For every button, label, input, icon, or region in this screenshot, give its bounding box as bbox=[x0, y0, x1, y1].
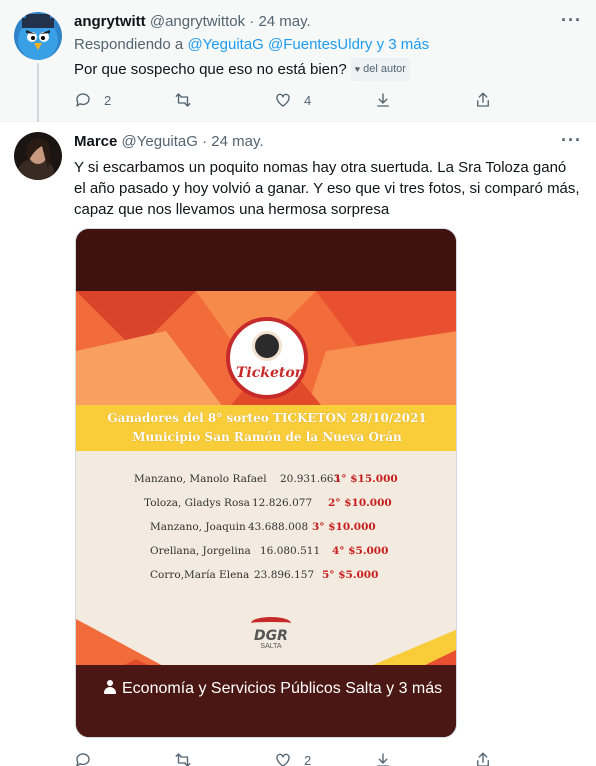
winner-prize: 5° $5.000 bbox=[322, 569, 379, 581]
share-icon bbox=[477, 92, 489, 107]
heart-icon: ♥ bbox=[354, 64, 361, 74]
reply-button[interactable] bbox=[74, 751, 144, 766]
tweet-date[interactable]: 24 may. bbox=[211, 133, 263, 150]
like-count: 4 bbox=[304, 92, 312, 108]
thread-line bbox=[37, 63, 39, 127]
share-button[interactable] bbox=[474, 751, 494, 766]
reply-count: 2 bbox=[104, 92, 112, 108]
separator-dot: · bbox=[202, 133, 208, 150]
poster-subtitle: Municipio San Ramón de la Nueva Orán bbox=[132, 430, 402, 444]
tweet-reply-angrytwitt[interactable]: angrytwitt @angrytwittok · 24 may. ··· R… bbox=[0, 0, 596, 127]
tweet-content: Marce @YeguitaG · 24 may. ··· Y si escar… bbox=[74, 130, 582, 220]
heart-outline-icon bbox=[276, 753, 290, 766]
like-button[interactable]: 2 bbox=[274, 751, 344, 766]
winner-dni: 23.896.157 bbox=[254, 569, 315, 581]
share-button[interactable] bbox=[474, 91, 494, 109]
winner-dni: 43.688.008 bbox=[248, 521, 309, 533]
tweet-image[interactable]: Ticketon Ganadores del 8° sorteo TICKETO… bbox=[75, 228, 457, 738]
author-like-label: del autor bbox=[363, 63, 406, 75]
retweet-icon bbox=[175, 93, 191, 107]
dgr-logo-subtext: SALTA bbox=[260, 643, 282, 650]
tweet-marce[interactable]: Marce @YeguitaG · 24 may. ··· Y si escar… bbox=[0, 122, 596, 766]
reply-more-link[interactable]: y 3 más bbox=[377, 36, 430, 53]
person-icon bbox=[104, 680, 116, 694]
retweet-button[interactable] bbox=[174, 91, 244, 109]
tweet-content: angrytwitt @angrytwittok · 24 may. ··· R… bbox=[74, 10, 582, 81]
download-button[interactable] bbox=[374, 751, 444, 766]
tweet-text: Y si escarbamos un poquito nomas hay otr… bbox=[74, 159, 580, 218]
download-icon bbox=[377, 753, 389, 766]
can-icon bbox=[252, 331, 282, 361]
reply-icon bbox=[76, 753, 90, 766]
heart-outline-icon bbox=[276, 93, 290, 107]
more-options-icon[interactable]: ··· bbox=[561, 130, 582, 151]
avatar-angrytwitt[interactable] bbox=[14, 12, 62, 60]
winner-name: Toloza, Gladys Rosa bbox=[144, 497, 250, 509]
user-photo-icon bbox=[14, 132, 62, 180]
dgr-logo: DGR SALTA bbox=[248, 617, 294, 650]
more-options-icon[interactable]: ··· bbox=[561, 10, 582, 31]
replying-to-label: Respondiendo a bbox=[74, 36, 184, 53]
tweet-header: angrytwitt @angrytwittok · 24 may. bbox=[74, 12, 582, 32]
winner-dni: 12.826.077 bbox=[252, 497, 313, 509]
reply-mentions-link[interactable]: @YeguitaG @FuentesUldry bbox=[187, 36, 372, 53]
winner-name: Manzano, Manolo Rafael bbox=[134, 473, 267, 485]
display-name[interactable]: Marce bbox=[74, 133, 117, 150]
author-like-badge: ♥ del autor bbox=[350, 58, 410, 81]
poster-title-band: Ganadores del 8° sorteo TICKETON 28/10/2… bbox=[76, 405, 456, 451]
like-button[interactable]: 4 bbox=[274, 91, 344, 109]
winner-prize: 2° $10.000 bbox=[328, 497, 392, 509]
separator-dot: · bbox=[249, 13, 255, 30]
replying-to: Respondiendo a @YeguitaG @FuentesUldry y… bbox=[74, 35, 582, 55]
tweet-text-body: Por que sospecho que eso no está bien? bbox=[74, 61, 347, 78]
share-icon bbox=[477, 752, 489, 766]
like-count: 2 bbox=[304, 752, 312, 766]
dgr-logo-text: DGR bbox=[254, 628, 288, 644]
winner-prize: 4° $5.000 bbox=[332, 545, 389, 557]
tweet-date[interactable]: 24 may. bbox=[258, 13, 310, 30]
image-tag-caption[interactable]: Economía y Servicios Públicos Salta y 3 … bbox=[104, 677, 454, 701]
winner-dni: 16.080.511 bbox=[260, 545, 321, 557]
winner-name: Corro,María Elena bbox=[150, 569, 250, 581]
user-handle[interactable]: @angrytwittok bbox=[150, 13, 245, 30]
download-icon bbox=[377, 93, 389, 107]
reply-icon bbox=[76, 93, 90, 107]
reply-button[interactable]: 2 bbox=[74, 91, 144, 109]
winner-dni: 20.931.663 bbox=[280, 473, 341, 485]
tweet-text: Por que sospecho que eso no está bien? ♥ … bbox=[74, 58, 582, 81]
tweet-header: Marce @YeguitaG · 24 may. bbox=[74, 132, 582, 152]
avatar-marce[interactable] bbox=[14, 132, 62, 180]
poster-title: Ganadores del 8° sorteo TICKETON 28/10/2… bbox=[107, 411, 427, 425]
image-tag-text: Economía y Servicios Públicos Salta y 3 … bbox=[122, 680, 443, 697]
retweet-icon bbox=[175, 753, 191, 766]
winner-name: Manzano, Joaquin bbox=[150, 521, 246, 533]
display-name[interactable]: angrytwitt bbox=[74, 13, 146, 30]
poster-header-band bbox=[76, 229, 456, 299]
ticketon-logo-text: Ticketon bbox=[236, 365, 305, 381]
ticketon-logo: Ticketon bbox=[226, 317, 308, 399]
image-caption-overlay bbox=[76, 665, 456, 737]
winner-prize: 1° $15.000 bbox=[334, 473, 398, 485]
retweet-button[interactable] bbox=[174, 751, 244, 766]
user-handle[interactable]: @YeguitaG bbox=[122, 133, 198, 150]
winner-name: Orellana, Jorgelina bbox=[150, 545, 251, 557]
tweet-actions: 2 4 bbox=[74, 90, 494, 110]
winner-prize: 3° $10.000 bbox=[312, 521, 376, 533]
angry-bird-avatar-icon bbox=[14, 12, 62, 60]
tweet-actions: 2 bbox=[74, 750, 494, 766]
download-button[interactable] bbox=[374, 91, 444, 109]
